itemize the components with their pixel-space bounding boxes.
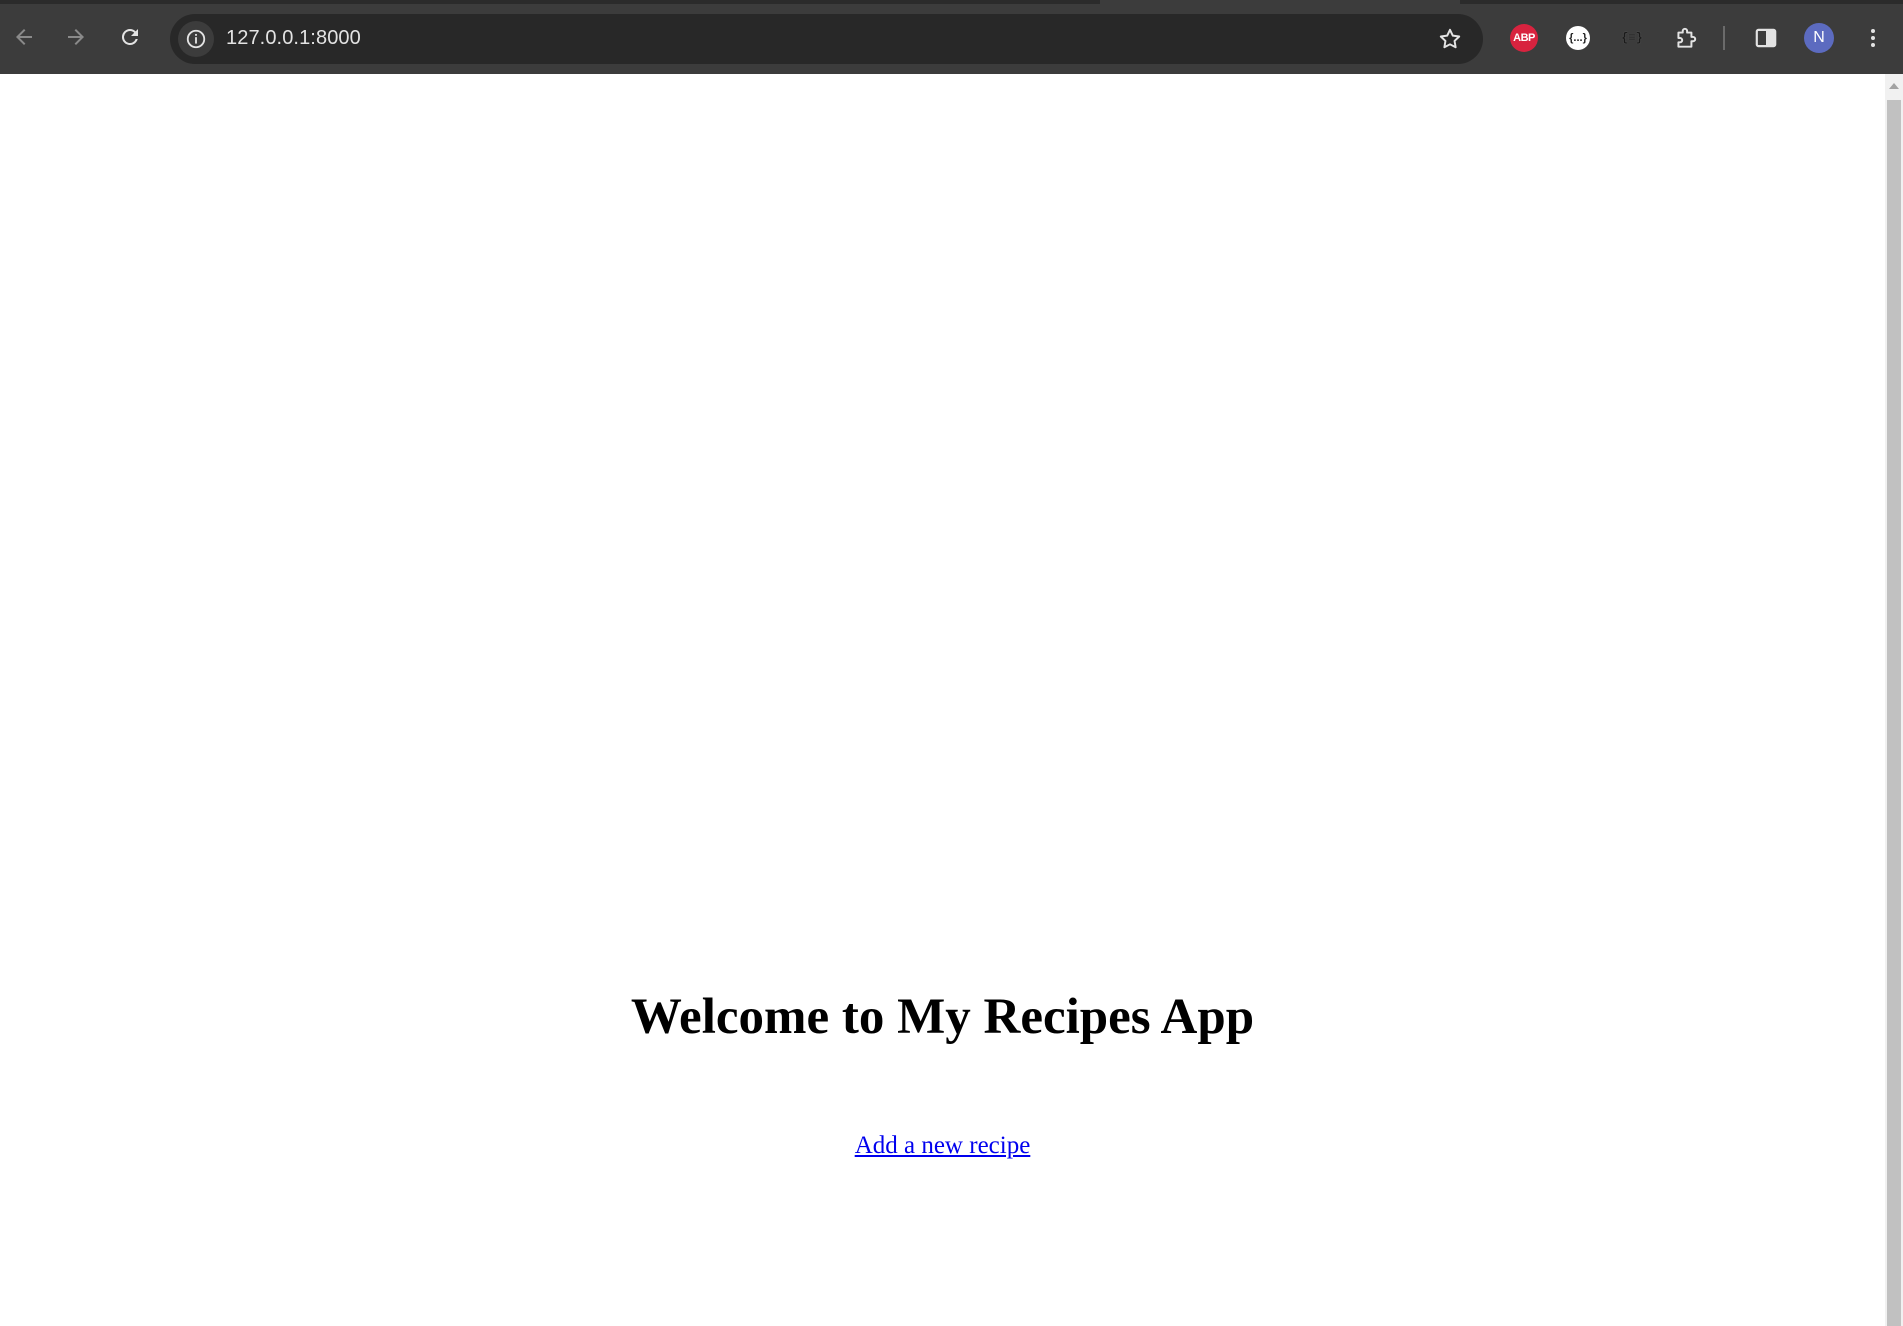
tab-strip-edge-right [1460,0,1903,4]
browser-menu-button[interactable] [1855,20,1891,56]
scroll-up-button[interactable] [1885,80,1903,92]
browser-toolbar: 127.0.0.1:8000 ABP {...} {≡} N [0,0,1903,74]
add-recipe-link[interactable]: Add a new recipe [855,1132,1031,1159]
toolbar-separator [1723,26,1725,50]
bookmark-button[interactable] [1435,24,1465,54]
reload-icon [121,28,138,45]
tab-strip-edge [0,0,1100,4]
puzzle-extensions-icon [1677,27,1697,48]
back-arrow-icon [16,29,32,45]
site-info-icon [186,29,206,49]
link-container: Add a new recipe [0,1132,1885,1160]
extensions-button[interactable] [1668,20,1704,56]
scroll-up-arrow-icon [1889,83,1899,89]
bookmark-star-icon [1439,28,1461,49]
adblock-extension-button[interactable]: ABP [1506,20,1542,56]
forward-arrow-icon [68,29,84,45]
page-title: Welcome to My Recipes App [630,989,1255,1045]
json-viewer-extension-button[interactable]: {...} [1560,20,1596,56]
side-panel-icon [1755,28,1777,48]
adblock-icon: ABP [1510,24,1538,52]
vertical-scrollbar[interactable] [1885,74,1903,1326]
scroll-thumb[interactable] [1887,100,1901,1326]
back-button[interactable] [4,17,44,57]
url-text[interactable]: 127.0.0.1:8000 [226,27,361,50]
json-formatter-icon: {≡} [1621,31,1643,45]
kebab-menu-icon [1871,29,1875,47]
reload-button[interactable] [110,17,150,57]
site-info-button[interactable] [178,21,214,57]
address-bar[interactable]: 127.0.0.1:8000 [170,14,1483,64]
json-formatter-extension-button[interactable]: {≡} [1614,20,1650,56]
forward-button[interactable] [56,17,96,57]
side-panel-button[interactable] [1748,20,1784,56]
json-viewer-icon: {...} [1566,26,1590,50]
profile-avatar[interactable]: N [1804,23,1834,53]
